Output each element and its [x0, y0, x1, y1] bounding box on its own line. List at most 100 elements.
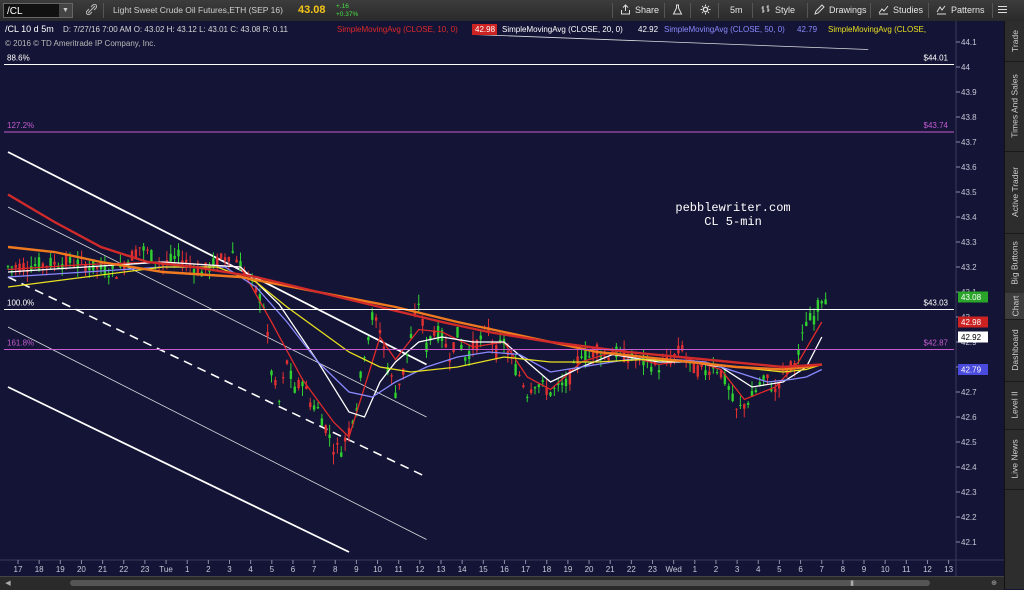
x-tick-label: 8 — [841, 565, 846, 574]
candle-body — [235, 259, 238, 263]
fib-pct-label-2: 100.0% — [7, 299, 34, 308]
x-tick-label: 16 — [500, 565, 509, 574]
candle-body — [715, 372, 719, 374]
x-tick-label: 23 — [140, 565, 149, 574]
x-tick-label: 21 — [606, 565, 615, 574]
y-tick-label: 43.2 — [961, 263, 977, 272]
candle-body — [650, 366, 653, 372]
x-tick-label: 2 — [206, 565, 211, 574]
candle-body — [421, 318, 424, 326]
scroll-marker-icon: ▮ — [850, 580, 854, 587]
candle-body — [824, 299, 827, 305]
sidebar-tab-active-trader[interactable]: Active Trader — [1005, 151, 1024, 234]
x-tick-label: 18 — [35, 565, 44, 574]
candle-body — [820, 301, 823, 304]
x-tick-label: 5 — [270, 565, 275, 574]
y-tick-label: 44 — [961, 63, 970, 72]
price-chart[interactable]: 88.6% $44.01 127.2% $43.74 100.0% $43.03 161.8… — [0, 0, 1004, 576]
copyright-text: © 2016 © TD Ameritrade IP Company, Inc. — [5, 39, 156, 48]
price-marker-label-2: 42.92 — [961, 333, 982, 342]
candle-body — [812, 315, 816, 325]
candle-body — [526, 396, 529, 398]
sidebar-tab-big-buttons[interactable]: Big Buttons — [1005, 233, 1024, 294]
sidebar-tab-level-ii[interactable]: Level II — [1005, 381, 1024, 430]
y-tick-label: 44.1 — [961, 38, 977, 47]
x-tick-label: 2 — [714, 565, 719, 574]
candle-body — [84, 264, 87, 273]
sidebar-tab-trade[interactable]: Trade — [1005, 21, 1024, 62]
scroll-left-icon[interactable]: ◀ — [2, 578, 14, 589]
fib-pct-label-3: 161.8% — [7, 339, 34, 348]
candle-body — [514, 363, 517, 376]
y-tick-label: 43.4 — [961, 213, 977, 222]
x-tick-label: 13 — [944, 565, 953, 574]
chart-symbol-header: /CL 10 d 5m — [5, 24, 54, 34]
candle-body — [762, 375, 765, 380]
y-tick-label: 42.2 — [961, 513, 977, 522]
candle-body — [312, 405, 316, 410]
y-tick-label: 43.5 — [961, 188, 977, 197]
candle-body — [270, 370, 273, 376]
study-sma10-label: SimpleMovingAvg (CLOSE, 10, 0) — [337, 25, 458, 34]
x-tick-label: 12 — [923, 565, 932, 574]
candle-body — [541, 380, 544, 382]
candle-body — [142, 246, 145, 251]
x-tick-label: 20 — [77, 565, 86, 574]
x-tick-label: Tue — [159, 565, 173, 574]
sidebar-tab-live-news[interactable]: Live News — [1005, 429, 1024, 490]
fib-pct-label-1: 127.2% — [7, 121, 34, 130]
fib-pct-label-0: 88.6% — [7, 54, 30, 63]
x-tick-label: 12 — [415, 565, 424, 574]
study-sma20-value: 42.92 — [638, 25, 659, 34]
x-tick-label: 6 — [291, 565, 296, 574]
fib-price-label-3: $42.87 — [924, 339, 949, 348]
candle-body — [708, 371, 711, 376]
sidebar-tab-times-and-sales[interactable]: Times And Sales — [1005, 61, 1024, 152]
candle-body — [68, 256, 72, 263]
candle-body — [746, 402, 750, 405]
x-tick-label: 19 — [563, 565, 572, 574]
candle-body — [564, 378, 568, 387]
candle-body — [227, 257, 231, 262]
candle-body — [537, 384, 541, 388]
x-tick-label: 3 — [227, 565, 232, 574]
sidebar-tab-chart[interactable]: Chart — [1005, 293, 1024, 320]
x-tick-label: 6 — [798, 565, 803, 574]
scrollbar-thumb[interactable] — [70, 580, 930, 586]
candle-body — [560, 382, 564, 386]
candle-body — [53, 261, 56, 265]
candle-body — [49, 257, 52, 268]
candle-body — [588, 356, 591, 358]
candle-body — [336, 443, 339, 445]
candle-body — [107, 275, 110, 278]
sidebar-tab-dashboard[interactable]: Dashboard — [1005, 319, 1024, 382]
x-tick-label: 10 — [881, 565, 890, 574]
candle-body — [173, 255, 176, 259]
x-tick-label: 1 — [185, 565, 190, 574]
y-tick-label: 43.9 — [961, 88, 977, 97]
candle-body — [371, 312, 374, 320]
time-scrollbar[interactable]: ◀ ▮ ⊕ — [0, 576, 1004, 590]
candle-body — [316, 407, 320, 409]
candle-body — [231, 251, 234, 253]
candle-body — [402, 368, 405, 375]
candle-body — [278, 400, 281, 402]
zoom-icon[interactable]: ⊕ — [988, 578, 1000, 589]
annotation-line-1: pebblewriter.com — [675, 201, 790, 215]
price-marker-label-0: 43.08 — [961, 293, 982, 302]
candle-body — [549, 392, 552, 396]
candle-body — [533, 387, 537, 389]
candle-body — [580, 356, 583, 359]
candle-body — [328, 434, 331, 439]
candle-body — [743, 404, 746, 409]
candle-body — [727, 386, 730, 390]
x-tick-label: 15 — [479, 565, 488, 574]
study-sma50-value: 42.79 — [797, 25, 818, 34]
candle-body — [696, 365, 699, 377]
y-tick-label: 42.6 — [961, 413, 977, 422]
x-tick-label: 23 — [648, 565, 657, 574]
candle-body — [545, 387, 548, 395]
candle-body — [789, 361, 792, 366]
candle-body — [289, 370, 293, 379]
candle-body — [332, 451, 335, 455]
